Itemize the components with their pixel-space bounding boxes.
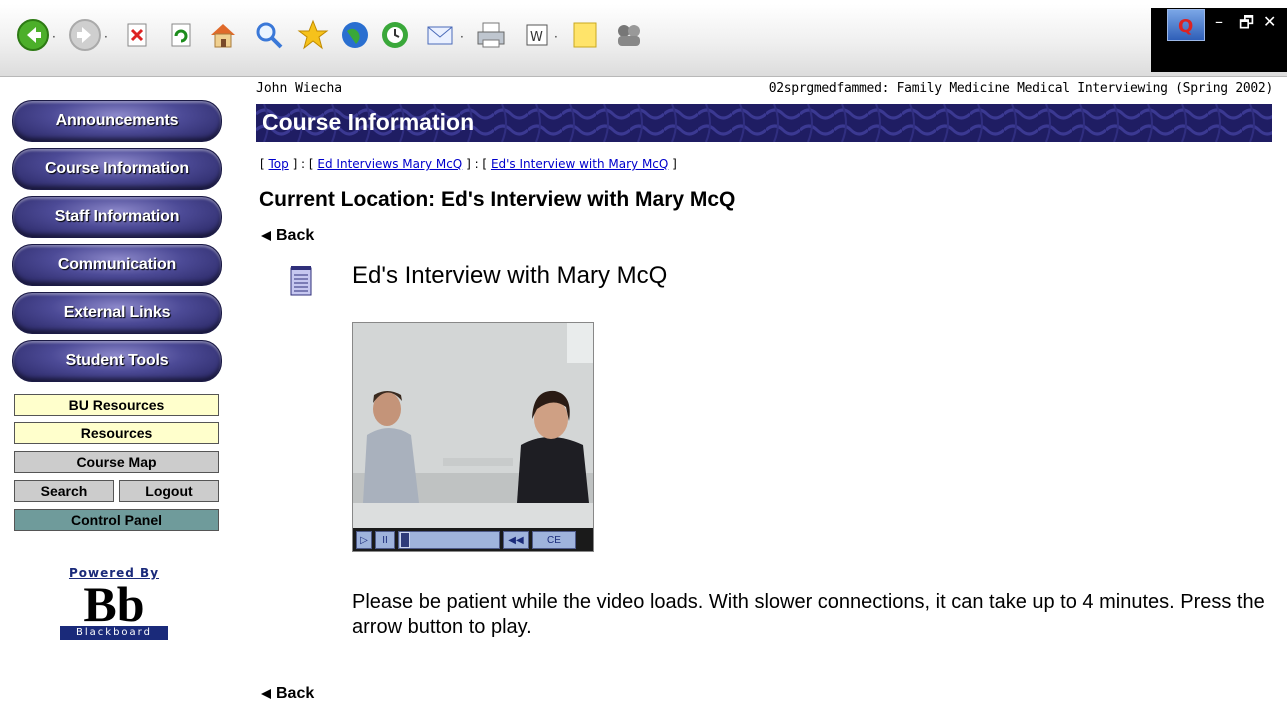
video-controls: ▷ II ◀◀ CE [353,528,593,551]
nav-label: Announcements [55,112,179,129]
media-icon[interactable] [336,16,374,54]
nav-announcements[interactable]: Announcements [12,100,222,142]
nav-label: Communication [57,256,177,273]
breadcrumb-current-link[interactable]: Ed's Interview with Mary McQ [491,157,668,171]
rewind-button[interactable]: ◀◀ [503,531,529,549]
video-instructions: Please be patient while the video loads.… [352,591,1265,638]
powered-by-blackboard-logo[interactable]: Powered By Bb Blackboard [60,566,168,656]
back-link-top[interactable]: Back [260,227,314,245]
document-icon [290,266,312,296]
messenger-icon[interactable] [610,16,648,54]
bb-letters: Bb [83,576,145,632]
link-label: Control Panel [70,512,162,528]
play-button[interactable]: ▷ [356,531,372,549]
course-title: 02sprgmedfammed: Family Medicine Medical… [768,81,1274,96]
breadcrumb: [ Top ] : [ Ed Interviews Mary McQ ] : [… [260,157,677,171]
seek-handle[interactable] [400,532,410,548]
restore-button[interactable]: 🗗 [1239,12,1254,39]
bu-resources-link[interactable]: BU Resources [14,394,219,416]
favorites-icon[interactable] [294,16,332,54]
print-icon[interactable] [472,16,510,54]
search-icon[interactable] [250,16,288,54]
video-player[interactable]: ▷ II ◀◀ CE [352,322,594,552]
nav-label: Student Tools [65,352,169,369]
link-label: BU Resources [68,397,165,413]
edit-dropdown-arrow[interactable]: · [554,30,558,44]
search-link[interactable]: Search [14,480,114,502]
nav-label: Staff Information [54,208,180,225]
control-panel-link[interactable]: Control Panel [14,509,219,531]
svg-text:Q: Q [1178,16,1193,36]
volume-control[interactable]: CE [532,531,576,549]
back-icon[interactable] [14,16,52,54]
nav-external-links[interactable]: External Links [12,292,222,334]
logout-link[interactable]: Logout [119,480,219,502]
forward-icon[interactable] [66,16,104,54]
resources-link[interactable]: Resources [14,422,219,444]
blackboard-wordmark: Blackboard [60,626,168,640]
browser-toolbar: · · · W · Q – 🗗 ✕ [0,4,1287,77]
history-icon[interactable] [376,16,414,54]
seek-bar[interactable] [398,531,500,549]
breadcrumb-separator: ] : [ [288,157,318,171]
back-label: Back [276,685,315,702]
svg-text:W: W [530,30,543,45]
video-frame [353,323,593,503]
breadcrumb-bracket: ] [668,157,677,171]
breadcrumb-bracket: [ [260,157,269,171]
back-link-bottom[interactable]: Back [260,685,314,703]
link-label: Resources [80,425,153,441]
nav-communication[interactable]: Communication [12,244,222,286]
banner-title: Course Information [262,109,475,135]
mail-dropdown-arrow[interactable]: · [460,30,464,44]
nav-staff-information[interactable]: Staff Information [12,196,222,238]
nav-label: Course Information [45,160,189,177]
section-banner: Course Information [256,104,1272,142]
back-label: Back [276,227,315,244]
user-name: John Wiecha [256,81,343,96]
back-dropdown-arrow[interactable]: · [52,30,56,44]
nav-course-information[interactable]: Course Information [12,148,222,190]
breadcrumb-separator: ] : [ [462,157,491,171]
nav-student-tools[interactable]: Student Tools [12,340,222,382]
stop-icon[interactable] [118,16,156,54]
edit-icon[interactable]: W [518,16,556,54]
breadcrumb-item-link[interactable]: Ed Interviews Mary McQ [317,157,462,171]
forward-dropdown-arrow[interactable]: · [104,30,108,44]
link-label: Logout [145,483,193,499]
app-logo-icon: Q [1167,9,1205,41]
breadcrumb-top-link[interactable]: Top [269,157,289,171]
window-controls-area: Q – 🗗 ✕ [1151,8,1287,72]
mail-icon[interactable] [422,16,460,54]
item-title: Ed's Interview with Mary McQ [352,262,668,289]
current-location: Current Location: Ed's Interview with Ma… [259,188,736,211]
home-icon[interactable] [204,16,242,54]
minimize-button[interactable]: – [1215,12,1223,31]
nav-label: External Links [63,304,171,321]
link-label: Course Map [76,454,157,470]
close-button[interactable]: ✕ [1263,12,1276,31]
discuss-icon[interactable] [566,16,604,54]
link-label: Search [40,483,88,499]
refresh-icon[interactable] [162,16,200,54]
back-arrow-icon [261,689,271,699]
course-map-link[interactable]: Course Map [14,451,219,473]
pause-button[interactable]: II [375,531,395,549]
back-arrow-icon [261,231,271,241]
